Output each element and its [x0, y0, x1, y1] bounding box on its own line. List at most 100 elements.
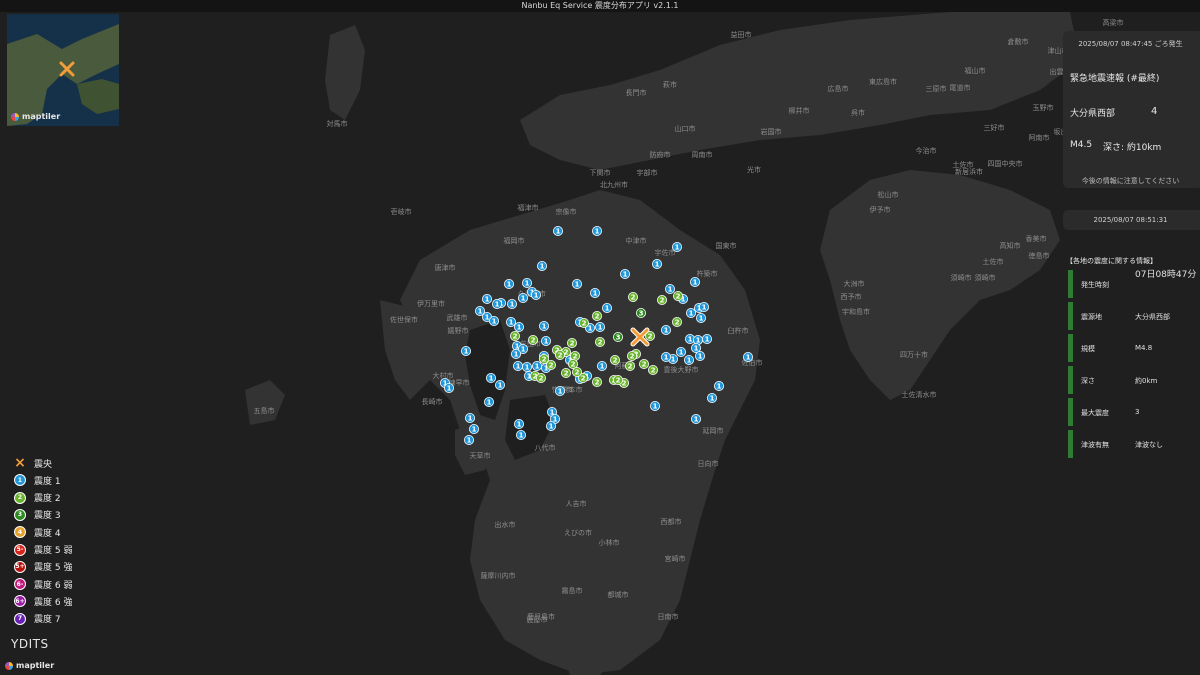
intensity-1-marker[interactable]: 1 — [506, 317, 516, 327]
intensity-1-marker[interactable]: 1 — [513, 361, 523, 371]
intensity-1-marker[interactable]: 1 — [486, 373, 496, 383]
city-label: 伊万里市 — [417, 299, 445, 308]
city-label: 土佐清水市 — [902, 390, 937, 399]
intensity-1-marker[interactable]: 1 — [676, 347, 686, 357]
city-label: 人吉市 — [566, 499, 587, 508]
intensity-2-marker[interactable]: 2 — [561, 368, 571, 378]
intensity-1-marker[interactable]: 1 — [650, 401, 660, 411]
intensity-1-marker[interactable]: 1 — [555, 386, 565, 396]
intensity-1-marker[interactable]: 1 — [514, 419, 524, 429]
svg-text:1: 1 — [542, 322, 547, 330]
intensity-1-marker[interactable]: 1 — [686, 308, 696, 318]
intensity-1-marker[interactable]: 1 — [539, 321, 549, 331]
intensity-2-marker[interactable]: 2 — [625, 361, 635, 371]
intensity-1-marker[interactable]: 1 — [661, 325, 671, 335]
intensity-2-marker[interactable]: 2 — [613, 375, 623, 385]
intensity-1-marker[interactable]: 1 — [531, 290, 541, 300]
intensity-1-marker[interactable]: 1 — [572, 279, 582, 289]
intensity-1-marker[interactable]: 1 — [602, 303, 612, 313]
intensity-1-marker[interactable]: 1 — [444, 383, 454, 393]
intensity-1-marker[interactable]: 1 — [684, 355, 694, 365]
svg-text:2: 2 — [581, 374, 586, 382]
intensity-1-marker[interactable]: 1 — [553, 226, 563, 236]
svg-text:1: 1 — [705, 335, 710, 343]
intensity-1-marker[interactable]: 1 — [695, 351, 705, 361]
intensity-1-marker[interactable]: 1 — [714, 381, 724, 391]
intensity-2-marker[interactable]: 2 — [572, 367, 582, 377]
intensity-2-marker[interactable]: 2 — [539, 354, 549, 364]
intensity-1-marker[interactable]: 1 — [495, 380, 505, 390]
intensity-2-marker[interactable]: 2 — [672, 317, 682, 327]
intensity-1-marker[interactable]: 1 — [511, 349, 521, 359]
intensity-1-marker[interactable]: 1 — [469, 424, 479, 434]
intensity-2-marker[interactable]: 2 — [510, 331, 520, 341]
intensity-1-marker[interactable]: 1 — [541, 336, 551, 346]
intensity-2-marker[interactable]: 2 — [592, 377, 602, 387]
intensity-1-marker[interactable]: 1 — [743, 352, 753, 362]
legend-item: 2 震度 2 — [14, 490, 61, 506]
city-label: 下関市 — [590, 168, 611, 177]
intensity-1-marker[interactable]: 1 — [461, 346, 471, 356]
intensity-1-marker[interactable]: 1 — [595, 322, 605, 332]
svg-text:1: 1 — [517, 420, 522, 428]
intensity-2-marker[interactable]: 2 — [657, 295, 667, 305]
intensity-2-marker[interactable]: 2 — [579, 318, 589, 328]
intensity-1-marker[interactable]: 1 — [699, 302, 709, 312]
intensity-2-marker[interactable]: 2 — [592, 311, 602, 321]
intensity-1-marker[interactable]: 1 — [464, 435, 474, 445]
intensity-2-marker[interactable]: 2 — [639, 359, 649, 369]
intensity-1-marker[interactable]: 1 — [690, 277, 700, 287]
svg-text:2: 2 — [675, 318, 680, 326]
intensity-2-marker[interactable]: 2 — [528, 335, 538, 345]
intensity-1-marker[interactable]: 1 — [514, 322, 524, 332]
intensity-1-marker[interactable]: 1 — [482, 294, 492, 304]
intensity-2-marker[interactable]: 2 — [536, 373, 546, 383]
intensity-1-marker[interactable]: 1 — [707, 393, 717, 403]
intensity-1-marker[interactable]: 1 — [492, 299, 502, 309]
intensity-1-marker[interactable]: 1 — [652, 259, 662, 269]
intensity-3-marker[interactable]: 3 — [636, 308, 646, 318]
intensity-1-marker[interactable]: 1 — [522, 362, 532, 372]
intensity-1-marker[interactable]: 1 — [672, 242, 682, 252]
intensity-1-marker[interactable]: 1 — [546, 421, 556, 431]
intensity-2-marker[interactable]: 2 — [595, 337, 605, 347]
intensity-2-marker[interactable]: 2 — [648, 365, 658, 375]
intensity-1-marker[interactable]: 1 — [489, 316, 499, 326]
city-label: 延岡市 — [703, 426, 724, 435]
intensity-1-marker[interactable]: 1 — [504, 279, 514, 289]
intensity-1-marker[interactable]: 1 — [516, 430, 526, 440]
intensity-1-marker[interactable]: 1 — [522, 278, 532, 288]
intensity-1-marker[interactable]: 1 — [532, 361, 542, 371]
svg-text:2: 2 — [616, 376, 621, 384]
city-label: 長門市 — [626, 88, 647, 97]
intensity-1-marker[interactable]: 1 — [590, 288, 600, 298]
intensity-1-marker[interactable]: 1 — [597, 361, 607, 371]
maptiler-logo-bottom[interactable]: maptiler — [5, 661, 54, 670]
maptiler-logo[interactable]: maptiler — [11, 112, 60, 121]
intensity-1-marker[interactable]: 1 — [518, 293, 528, 303]
intensity-2-marker[interactable]: 2 — [627, 351, 637, 361]
intensity-1-marker[interactable]: 1 — [484, 397, 494, 407]
intensity-2-marker[interactable]: 2 — [628, 292, 638, 302]
intensity-2-marker[interactable]: 2 — [567, 338, 577, 348]
intensity-1-marker[interactable]: 1 — [620, 269, 630, 279]
intensity-1-marker[interactable]: 1 — [465, 413, 475, 423]
intensity-1-marker[interactable]: 1 — [661, 352, 671, 362]
legend-label: 震度 1 — [34, 476, 61, 487]
intensity-2-marker[interactable]: 2 — [610, 355, 620, 365]
legend-label: 震度 3 — [34, 511, 61, 522]
intensity-1-marker[interactable]: 1 — [665, 284, 675, 294]
intensity-2-marker[interactable]: 2 — [673, 291, 683, 301]
intensity-1-marker[interactable]: 1 — [696, 313, 706, 323]
intensity-1-marker[interactable]: 1 — [592, 226, 602, 236]
intensity-3-marker[interactable]: 3 — [613, 332, 623, 342]
intensity-2-marker[interactable]: 2 — [555, 350, 565, 360]
legend-item: 6+ 震度 6 強 — [14, 593, 72, 609]
intensity-1-marker[interactable]: 1 — [537, 261, 547, 271]
intensity-1-marker[interactable]: 1 — [702, 334, 712, 344]
overview-minimap[interactable]: maptiler — [7, 14, 119, 126]
intensity-1-marker[interactable]: 1 — [691, 414, 701, 424]
legend-item: 5- 震度 5 弱 — [14, 542, 72, 558]
intensity-map[interactable]: 益田市萩市長門市山口市周南市 防府市宇部市 下関市北九州市 光市 岩国市 柳井市 広島市 東広… — [0, 0, 1200, 675]
intensity-1-marker[interactable]: 1 — [507, 299, 517, 309]
